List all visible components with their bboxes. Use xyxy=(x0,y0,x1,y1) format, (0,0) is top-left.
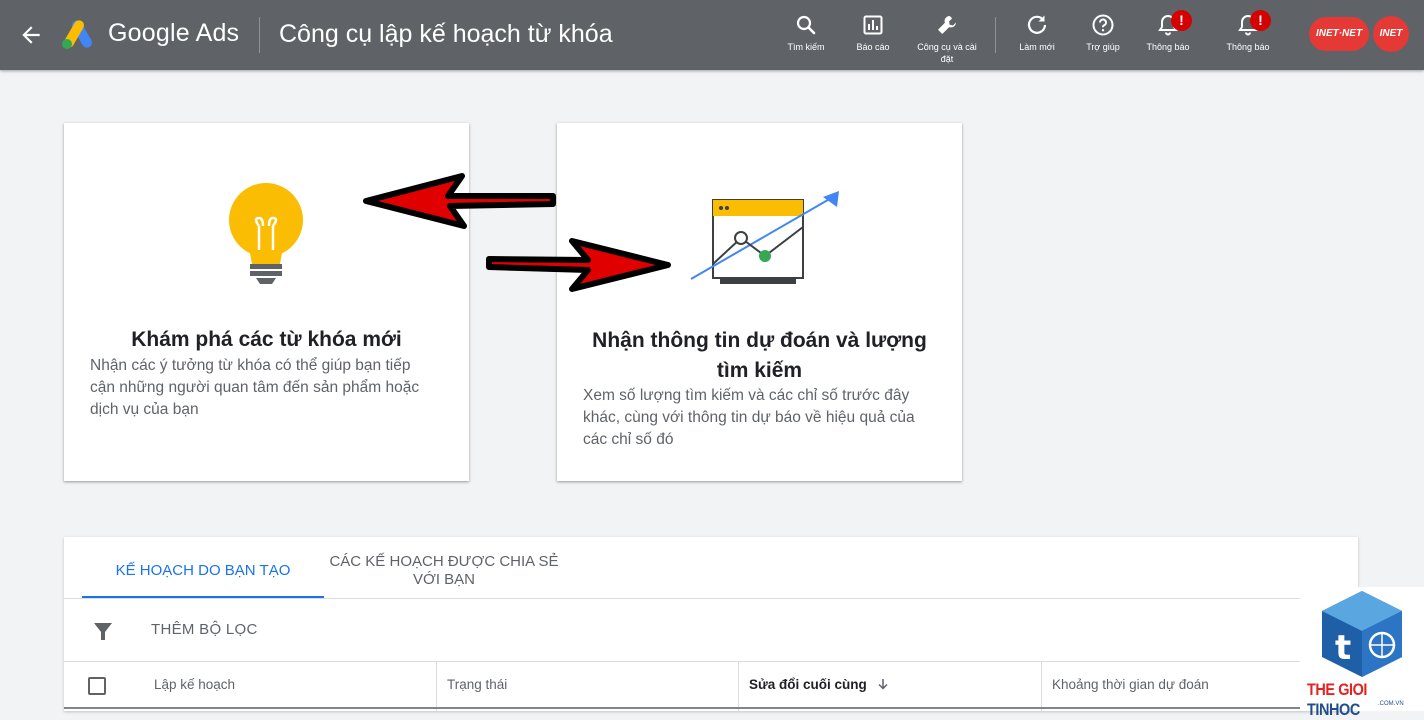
search-button[interactable]: Tìm kiếm xyxy=(773,12,839,53)
wrench-icon xyxy=(938,16,956,34)
back-arrow-icon[interactable] xyxy=(18,22,44,48)
help-icon xyxy=(1092,14,1114,36)
select-all-checkbox[interactable] xyxy=(88,677,106,695)
sort-down-icon xyxy=(878,679,888,690)
reports-button[interactable]: Báo cáo xyxy=(840,12,906,53)
google-ads-logo xyxy=(62,20,92,49)
card-description: Nhận các ý tưởng từ khóa có thể giúp bạn… xyxy=(90,357,420,418)
column-header-plan[interactable]: Lập kế hoạch xyxy=(144,662,436,711)
column-header-last-modified[interactable]: Sửa đổi cuối cùng xyxy=(738,662,1041,711)
watermark-cube-icon: t xyxy=(1322,591,1402,677)
top-app-bar: Google Ads Công cụ lập kế hoạch từ khóa … xyxy=(0,0,1424,70)
watermark-blue: TINHOC xyxy=(1307,700,1360,719)
column-header-status[interactable]: Trạng thái xyxy=(436,662,738,711)
forecast-chart-icon xyxy=(690,191,839,284)
card-title: Nhận thông tin dự đoán và lượng tìm kiếm xyxy=(592,329,927,382)
tools-settings-label: Công cụ và cài đặt xyxy=(917,42,977,64)
tab-shared-plans[interactable]: CÁC KẾ HOẠCH ĐƯỢC CHIA SẺ VỚI BẠN xyxy=(326,553,562,589)
card-description: Xem số lượng tìm kiếm và các chỉ số trướ… xyxy=(583,387,915,448)
refresh-label: Làm mới xyxy=(1019,42,1055,52)
search-icon xyxy=(796,15,816,35)
brand-name: Google Ads xyxy=(108,19,240,47)
header-row-divider xyxy=(64,707,1358,709)
add-filter-button[interactable]: THÊM BỘ LỌC xyxy=(151,621,258,638)
refresh-button[interactable]: Làm mới xyxy=(1004,12,1070,53)
help-button[interactable]: Trợ giúp xyxy=(1070,12,1136,53)
tab-my-plans[interactable]: KẾ HOẠCH DO BẠN TẠO xyxy=(82,537,324,598)
annotation-arrow-left xyxy=(363,173,556,229)
header-divider xyxy=(259,17,260,53)
account-avatar[interactable]: INET xyxy=(1373,16,1409,52)
reports-label: Báo cáo xyxy=(856,42,890,52)
filter-icon[interactable] xyxy=(93,621,113,641)
plans-panel: KẾ HOẠCH DO BẠN TẠO CÁC KẾ HOẠCH ĐƯỢC CH… xyxy=(64,537,1358,711)
annotation-arrow-right xyxy=(486,238,671,292)
lightbulb-icon xyxy=(229,183,303,284)
card-title: Khám phá các từ khóa mới xyxy=(131,328,402,351)
notifications-button-2[interactable]: Thông báo xyxy=(1215,12,1281,53)
search-label: Tìm kiếm xyxy=(787,42,825,52)
page-title: Công cụ lập kế hoạch từ khóa xyxy=(279,20,613,48)
refresh-icon xyxy=(1027,15,1047,34)
toolbar-divider xyxy=(995,17,996,53)
help-label: Trợ giúp xyxy=(1086,42,1120,52)
reports-icon xyxy=(863,15,883,35)
notifications-label: Thông báo xyxy=(1146,42,1190,52)
account-logo-1[interactable]: INET·NET xyxy=(1309,17,1369,51)
notification-badge-2: ! xyxy=(1250,10,1271,31)
tabs-divider xyxy=(64,598,1358,599)
watermark-text: THE GIOI TINHOC xyxy=(1307,680,1406,720)
notifications-label-2: Thông báo xyxy=(1226,42,1270,52)
svg-text:t: t xyxy=(1335,628,1351,668)
notification-badge: ! xyxy=(1171,10,1192,31)
column-header-last-modified-label: Sửa đổi cuối cùng xyxy=(749,677,867,692)
watermark-red: THE GIOI xyxy=(1307,680,1368,699)
tools-settings-button[interactable]: Công cụ và cài đặt xyxy=(914,12,980,65)
watermark-domain: .COM.VN xyxy=(1378,701,1404,707)
forecast-card[interactable]: Nhận thông tin dự đoán và lượng tìm kiếm… xyxy=(557,123,962,481)
